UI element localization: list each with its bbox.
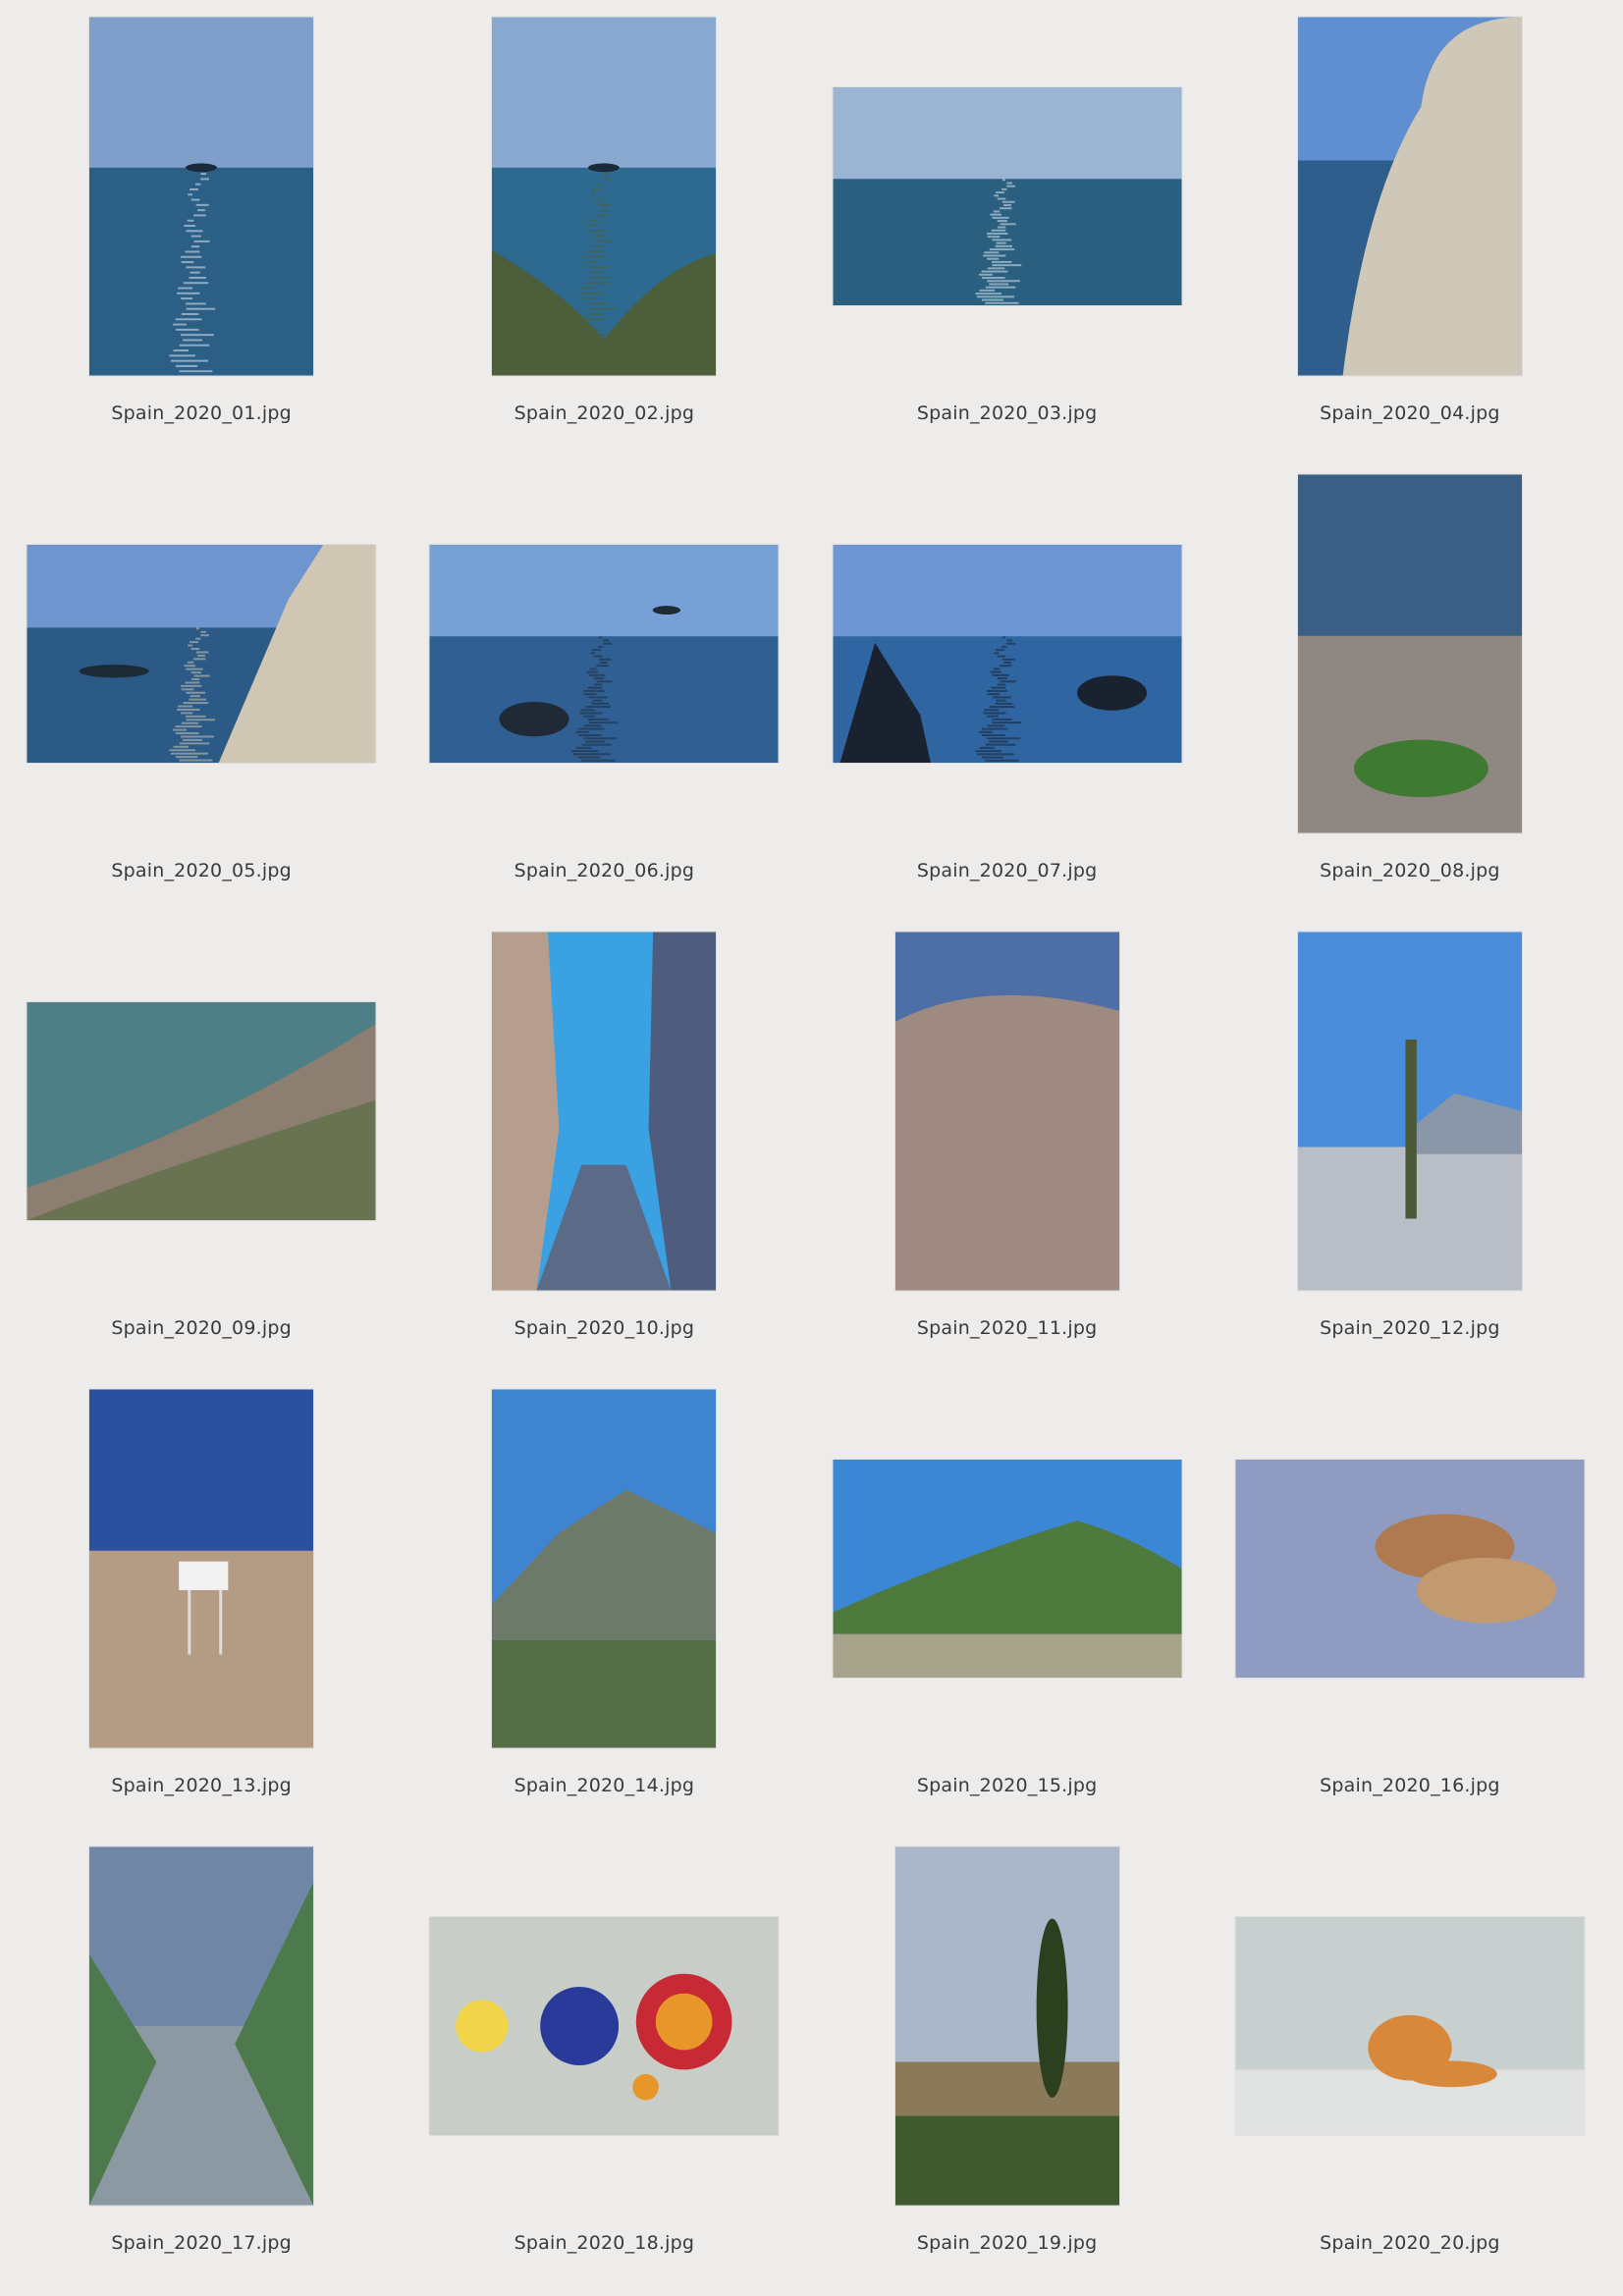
- photo-tile[interactable]: Spain_2020_08.jpg: [1209, 457, 1611, 915]
- photo-tile[interactable]: Spain_2020_13.jpg: [0, 1372, 403, 1830]
- photo-filename: Spain_2020_12.jpg: [1320, 1317, 1500, 1339]
- photo-filename: Spain_2020_02.jpg: [514, 402, 695, 424]
- photo-filename: Spain_2020_17.jpg: [111, 2232, 292, 2254]
- photo-tile[interactable]: Spain_2020_03.jpg: [806, 0, 1209, 457]
- photo-thumbnail[interactable]: [492, 1389, 717, 1748]
- photo-thumbnail[interactable]: [894, 932, 1119, 1291]
- photo-tile[interactable]: Spain_2020_05.jpg: [0, 457, 403, 915]
- photo-thumbnail[interactable]: [1297, 17, 1522, 376]
- photo-tile[interactable]: Spain_2020_10.jpg: [403, 915, 805, 1372]
- photo-tile[interactable]: Spain_2020_09.jpg: [0, 915, 403, 1372]
- photo-filename: Spain_2020_10.jpg: [514, 1317, 695, 1339]
- photo-tile[interactable]: Spain_2020_19.jpg: [806, 1830, 1209, 2287]
- photo-image: [89, 1846, 314, 2206]
- photo-filename: Spain_2020_06.jpg: [514, 860, 695, 881]
- photo-filename: Spain_2020_19.jpg: [916, 2232, 1098, 2254]
- photo-filename: Spain_2020_01.jpg: [111, 402, 292, 424]
- photo-thumbnail[interactable]: [492, 932, 717, 1291]
- photo-image: [833, 87, 1182, 305]
- photo-image: [492, 17, 717, 376]
- photo-thumbnail[interactable]: [27, 1002, 376, 1220]
- photo-tile[interactable]: Spain_2020_11.jpg: [806, 915, 1209, 1372]
- photo-thumbnail[interactable]: [833, 87, 1182, 305]
- photo-filename: Spain_2020_04.jpg: [1320, 402, 1500, 424]
- photo-tile[interactable]: Spain_2020_14.jpg: [403, 1372, 805, 1830]
- photo-image: [89, 1389, 314, 1748]
- photo-thumbnail[interactable]: [1235, 1917, 1585, 2135]
- photo-thumbnail[interactable]: [89, 1846, 314, 2206]
- photo-image: [492, 1389, 717, 1748]
- photo-filename: Spain_2020_20.jpg: [1320, 2232, 1500, 2254]
- photo-tile[interactable]: Spain_2020_18.jpg: [403, 1830, 805, 2287]
- photo-image: [1235, 1917, 1585, 2135]
- photo-tile[interactable]: Spain_2020_16.jpg: [1209, 1372, 1611, 1830]
- photo-image: [1235, 1460, 1585, 1678]
- photo-tile[interactable]: Spain_2020_20.jpg: [1209, 1830, 1611, 2287]
- photo-thumbnail[interactable]: [1297, 932, 1522, 1291]
- photo-tile[interactable]: Spain_2020_15.jpg: [806, 1372, 1209, 1830]
- photo-image: [833, 1460, 1182, 1678]
- photo-tile[interactable]: Spain_2020_01.jpg: [0, 0, 403, 457]
- photo-image: [429, 545, 779, 763]
- photo-filename: Spain_2020_15.jpg: [916, 1775, 1098, 1796]
- photo-image: [894, 932, 1119, 1291]
- photo-thumbnail[interactable]: [833, 1460, 1182, 1678]
- photo-thumbnail[interactable]: [833, 545, 1182, 763]
- photo-tile[interactable]: Spain_2020_12.jpg: [1209, 915, 1611, 1372]
- photo-filename: Spain_2020_08.jpg: [1320, 860, 1500, 881]
- photo-image: [89, 17, 314, 376]
- photo-image: [27, 545, 376, 763]
- photo-filename: Spain_2020_05.jpg: [111, 860, 292, 881]
- photo-image: [1297, 17, 1522, 376]
- photo-image: [429, 1917, 779, 2135]
- photo-filename: Spain_2020_13.jpg: [111, 1775, 292, 1796]
- photo-thumbnail[interactable]: [1297, 474, 1522, 833]
- photo-tile[interactable]: Spain_2020_07.jpg: [806, 457, 1209, 915]
- photo-thumbnail[interactable]: [492, 17, 717, 376]
- photo-image: [1297, 474, 1522, 833]
- photo-tile[interactable]: Spain_2020_04.jpg: [1209, 0, 1611, 457]
- photo-filename: Spain_2020_09.jpg: [111, 1317, 292, 1339]
- photo-thumbnail[interactable]: [27, 545, 376, 763]
- photo-image: [894, 1846, 1119, 2206]
- photo-image: [833, 545, 1182, 763]
- contact-sheet: Spain_2020_01.jpg Spain_2020_02.jpg Spai…: [0, 0, 1623, 2296]
- photo-tile[interactable]: Spain_2020_02.jpg: [403, 0, 805, 457]
- photo-filename: Spain_2020_14.jpg: [514, 1775, 695, 1796]
- photo-filename: Spain_2020_03.jpg: [916, 402, 1098, 424]
- photo-image: [492, 932, 717, 1291]
- photo-tile[interactable]: Spain_2020_06.jpg: [403, 457, 805, 915]
- photo-filename: Spain_2020_07.jpg: [916, 860, 1098, 881]
- photo-filename: Spain_2020_16.jpg: [1320, 1775, 1500, 1796]
- photo-thumbnail[interactable]: [1235, 1460, 1585, 1678]
- photo-filename: Spain_2020_18.jpg: [514, 2232, 695, 2254]
- photo-tile[interactable]: Spain_2020_17.jpg: [0, 1830, 403, 2287]
- photo-filename: Spain_2020_11.jpg: [916, 1317, 1098, 1339]
- photo-thumbnail[interactable]: [89, 1389, 314, 1748]
- photo-thumbnail[interactable]: [89, 17, 314, 376]
- photo-image: [27, 1002, 376, 1220]
- photo-thumbnail[interactable]: [894, 1846, 1119, 2206]
- photo-thumbnail[interactable]: [429, 1917, 779, 2135]
- photo-image: [1297, 932, 1522, 1291]
- photo-thumbnail[interactable]: [429, 545, 779, 763]
